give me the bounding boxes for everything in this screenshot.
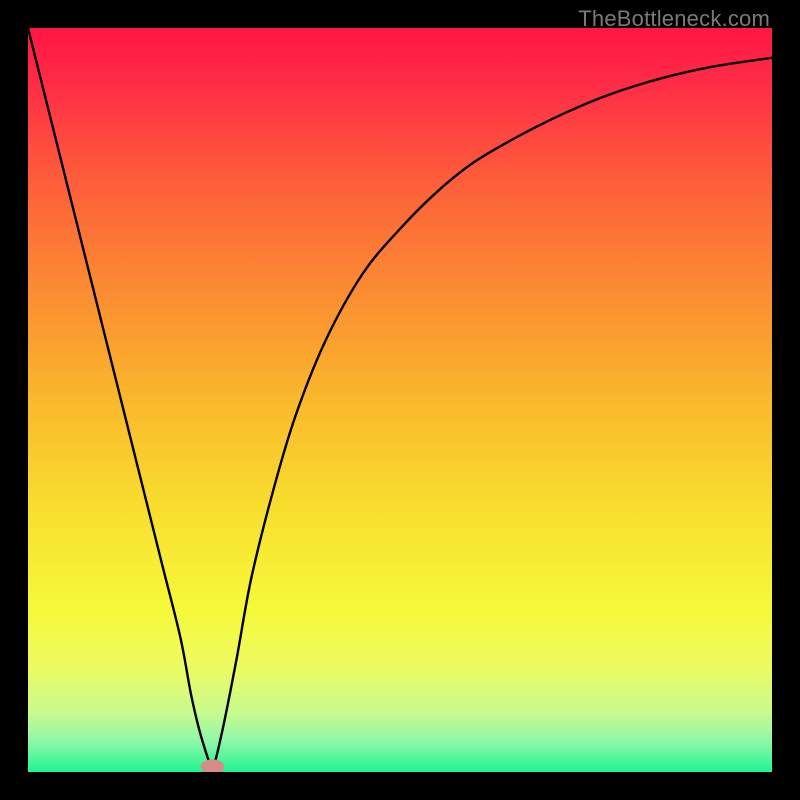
watermark-text: TheBottleneck.com (578, 6, 770, 32)
chart-canvas (28, 28, 772, 772)
plot-frame (28, 28, 772, 772)
chart-background (28, 28, 772, 772)
